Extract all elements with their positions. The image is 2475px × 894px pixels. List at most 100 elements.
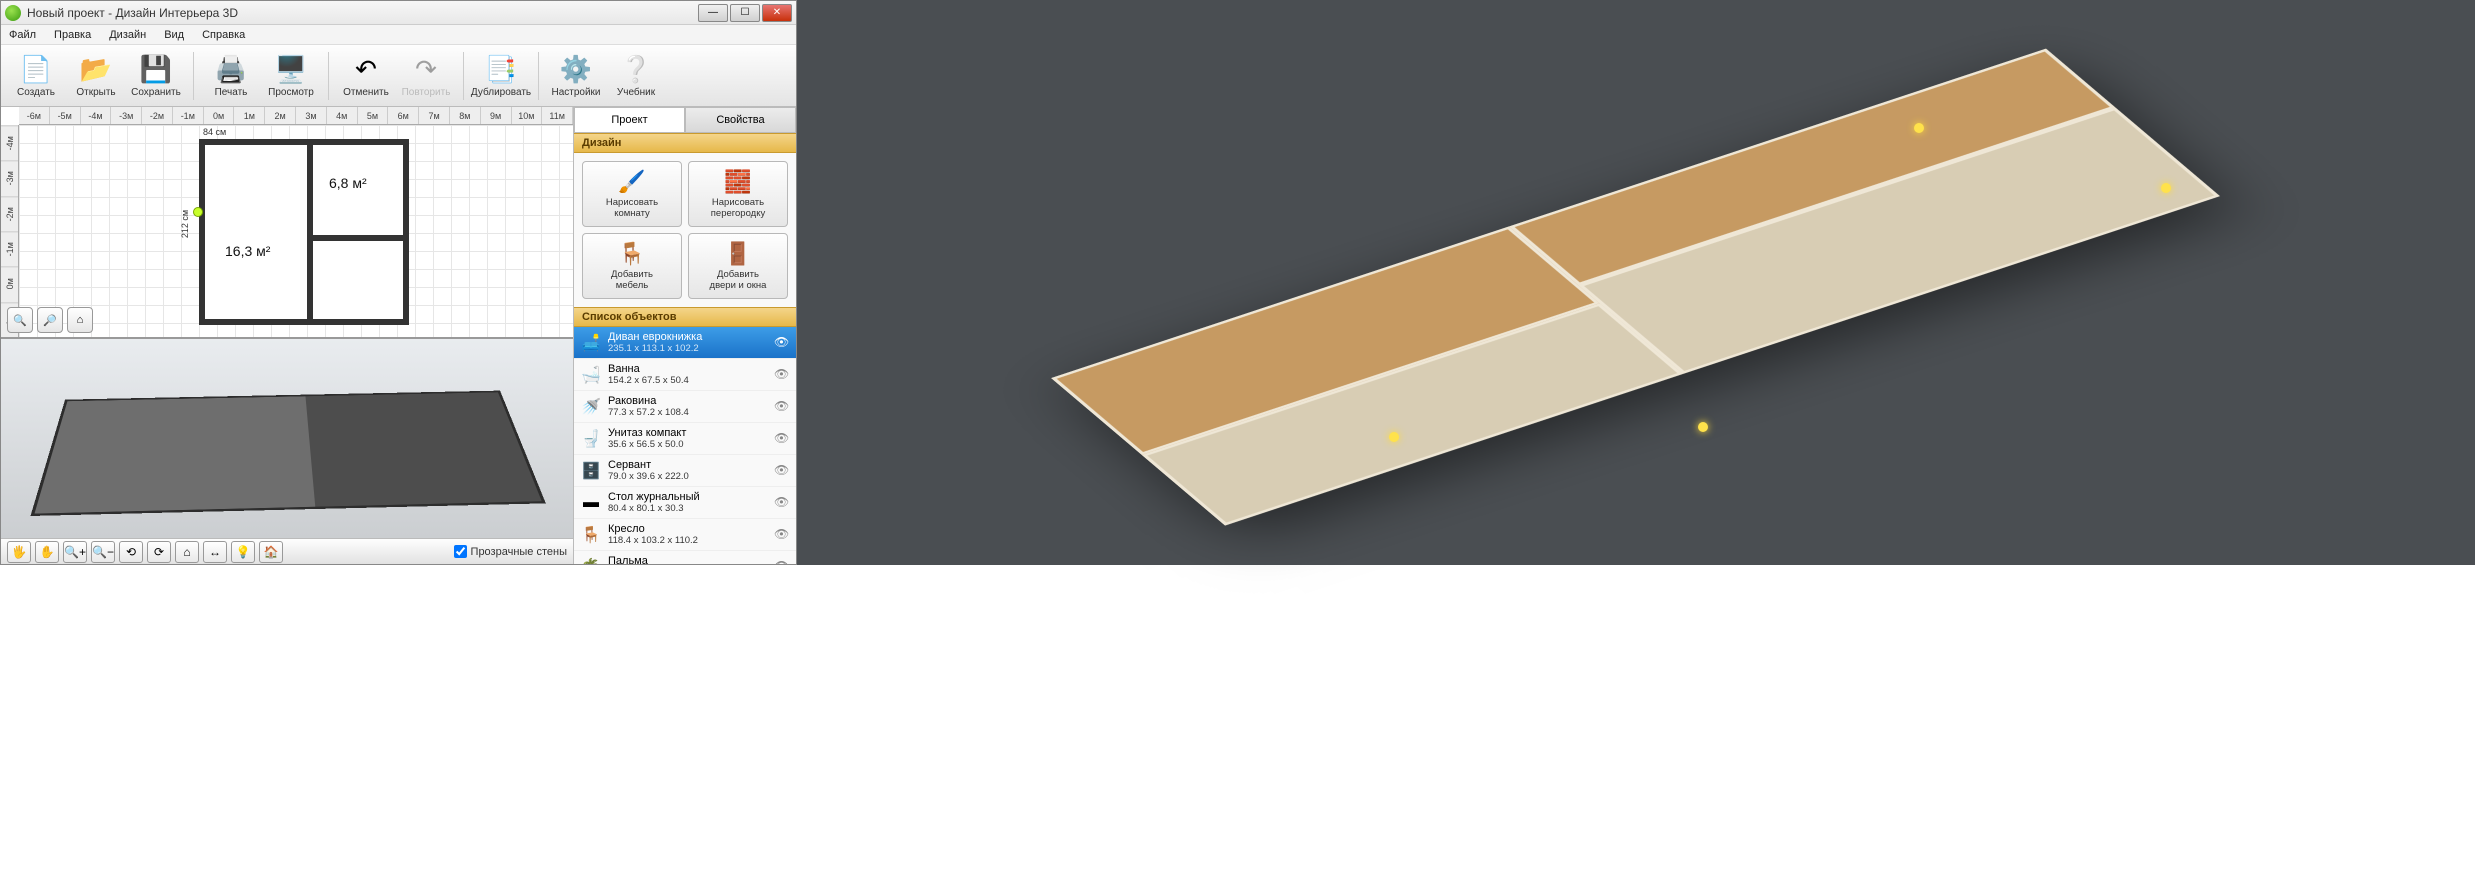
object-dims: 154.2 x 67.5 x 50.4 [608, 375, 768, 386]
3d-tool-2[interactable]: 🔍+ [63, 541, 87, 563]
minimize-button[interactable]: — [698, 4, 728, 22]
3d-tool-8[interactable]: 💡 [231, 541, 255, 563]
object-icon: 🚿 [580, 396, 602, 418]
inner-wall-v [307, 139, 313, 325]
object-row[interactable]: 🌴Пальма127.4 x 116.2 x 158.5👁 [574, 551, 796, 564]
design-icon: 🚪 [724, 241, 751, 267]
3d-tool-9[interactable]: 🏠 [259, 541, 283, 563]
object-name: Стол журнальный [608, 491, 768, 503]
tab-project[interactable]: Проект [574, 107, 685, 132]
object-name: Диван еврокнижка [608, 331, 768, 343]
toolbar-отменить-button[interactable]: ↶Отменить [337, 48, 395, 104]
design-button-3[interactable]: 🚪Добавитьдвери и окна [688, 233, 788, 299]
toolbar-сохранить-button[interactable]: 💾Сохранить [127, 48, 185, 104]
3d-toolbar: 🖐✋🔍+🔍−⟲⟳⌂↔💡🏠 Прозрачные стены [1, 538, 573, 564]
toolbar: 📄Создать📂Открыть💾Сохранить 🖨️Печать🖥️Прос… [1, 45, 796, 107]
object-name: Раковина [608, 395, 768, 407]
3d-view[interactable]: 🖐✋🔍+🔍−⟲⟳⌂↔💡🏠 Прозрачные стены [1, 339, 573, 564]
toolbar-дублировать-button[interactable]: 📑Дублировать [472, 48, 530, 104]
visibility-icon[interactable]: 👁 [774, 495, 790, 511]
object-icon: ▬ [580, 492, 602, 514]
design-button-2[interactable]: 🪑Добавитьмебель [582, 233, 682, 299]
close-button[interactable]: ✕ [762, 4, 792, 22]
toolbar-печать-button[interactable]: 🖨️Печать [202, 48, 260, 104]
object-list[interactable]: 🛋️Диван еврокнижка235.1 x 113.1 x 102.2👁… [574, 327, 796, 564]
section-design: Дизайн [574, 133, 796, 153]
object-row[interactable]: 🚽Унитаз компакт35.6 x 56.5 x 50.0👁 [574, 423, 796, 455]
light-icon [1698, 422, 1708, 432]
menu-help[interactable]: Справка [198, 27, 249, 43]
menu-file[interactable]: Файл [5, 27, 40, 43]
toolbar-настройки-button[interactable]: ⚙️Настройки [547, 48, 605, 104]
3d-tool-6[interactable]: ⌂ [175, 541, 199, 563]
дублировать-icon: 📑 [485, 53, 517, 85]
3d-tool-5[interactable]: ⟳ [147, 541, 171, 563]
visibility-icon[interactable]: 👁 [774, 431, 790, 447]
object-row[interactable]: 🛁 Ванна154.2 x 67.5 x 50.4 👁 [574, 359, 796, 391]
повторить-icon: ↷ [410, 53, 442, 85]
object-name: Сервант [608, 459, 768, 471]
object-row[interactable]: ▬ Стол журнальный80.4 x 80.1 x 30.3 👁 [574, 487, 796, 519]
object-icon: 🪑 [580, 524, 602, 546]
3d-tool-7[interactable]: ↔ [203, 541, 227, 563]
3d-tool-1[interactable]: ✋ [35, 541, 59, 563]
настройки-icon: ⚙️ [560, 53, 592, 85]
visibility-icon[interactable]: 👁 [774, 527, 790, 543]
object-dims: 35.6 x 56.5 x 50.0 [608, 439, 768, 450]
plan-view[interactable]: -6м-5м-4м-3м-2м-1м0м1м2м3м4м5м6м7м8м9м10… [1, 107, 573, 339]
создать-icon: 📄 [20, 53, 52, 85]
object-icon: 🗄️ [580, 460, 602, 482]
visibility-icon[interactable]: 👁 [774, 399, 790, 415]
печать-icon: 🖨️ [215, 53, 247, 85]
maximize-button[interactable]: ☐ [730, 4, 760, 22]
menubar: Файл Правка Дизайн Вид Справка [1, 25, 796, 45]
object-row[interactable]: 🛋️Диван еврокнижка235.1 x 113.1 x 102.2👁 [574, 327, 796, 359]
tab-properties[interactable]: Свойства [685, 107, 796, 132]
menu-edit[interactable]: Правка [50, 27, 95, 43]
menu-view[interactable]: Вид [160, 27, 188, 43]
object-icon: 🛁 [580, 364, 602, 386]
toolbar-учебник-button[interactable]: ❔Учебник [607, 48, 665, 104]
outer-walls [199, 139, 409, 325]
design-button-0[interactable]: 🖌️Нарисоватькомнату [582, 161, 682, 227]
object-row[interactable]: 🗄️ Сервант79.0 x 39.6 x 222.0 👁 [574, 455, 796, 487]
ruler-horizontal: -6м-5м-4м-3м-2м-1м0м1м2м3м4м5м6м7м8м9м10… [19, 107, 573, 125]
3d-tool-0[interactable]: 🖐 [7, 541, 31, 563]
object-dims: 235.1 x 113.1 x 102.2 [608, 343, 768, 354]
visibility-icon[interactable]: 👁 [774, 335, 790, 351]
visibility-icon[interactable]: 👁 [774, 463, 790, 479]
floorplan[interactable]: 16,3 м² 6,8 м² 212 см 84 см [199, 139, 409, 325]
3d-tool-4[interactable]: ⟲ [119, 541, 143, 563]
camera-marker-icon[interactable] [193, 207, 203, 217]
design-icon: 🖌️ [618, 169, 645, 195]
zoom-out-button[interactable]: 🔎 [37, 307, 63, 333]
object-name: Пальма [608, 555, 768, 564]
home-button[interactable]: ⌂ [67, 307, 93, 333]
object-row[interactable]: 🚿Раковина77.3 x 57.2 x 108.4👁 [574, 391, 796, 423]
visibility-icon[interactable]: 👁 [774, 559, 790, 565]
object-dims: 80.4 x 80.1 x 30.3 [608, 503, 768, 514]
toolbar-повторить-button: ↷Повторить [397, 48, 455, 104]
side-panel: Проект Свойства Дизайн 🖌️Нарисоватькомна… [574, 107, 796, 564]
design-icon: 🪑 [618, 241, 645, 267]
object-name: Ванна [608, 363, 768, 375]
отменить-icon: ↶ [350, 53, 382, 85]
design-buttons: 🖌️Нарисоватькомнату🧱Нарисоватьперегородк… [574, 153, 796, 307]
transparent-walls-checkbox[interactable]: Прозрачные стены [454, 545, 567, 558]
3d-tool-3[interactable]: 🔍− [91, 541, 115, 563]
toolbar-просмотр-button[interactable]: 🖥️Просмотр [262, 48, 320, 104]
menu-design[interactable]: Дизайн [105, 27, 150, 43]
toolbar-открыть-button[interactable]: 📂Открыть [67, 48, 125, 104]
object-icon: 🚽 [580, 428, 602, 450]
design-button-1[interactable]: 🧱Нарисоватьперегородку [688, 161, 788, 227]
app-icon [5, 5, 21, 21]
zoom-in-button[interactable]: 🔍 [7, 307, 33, 333]
object-name: Кресло [608, 523, 768, 535]
object-icon: 🌴 [580, 556, 602, 565]
dim-height: 212 см [180, 210, 190, 238]
object-dims: 79.0 x 39.6 x 222.0 [608, 471, 768, 482]
просмотр-icon: 🖥️ [275, 53, 307, 85]
visibility-icon[interactable]: 👁 [774, 367, 790, 383]
toolbar-создать-button[interactable]: 📄Создать [7, 48, 65, 104]
object-row[interactable]: 🪑Кресло118.4 x 103.2 x 110.2👁 [574, 519, 796, 551]
